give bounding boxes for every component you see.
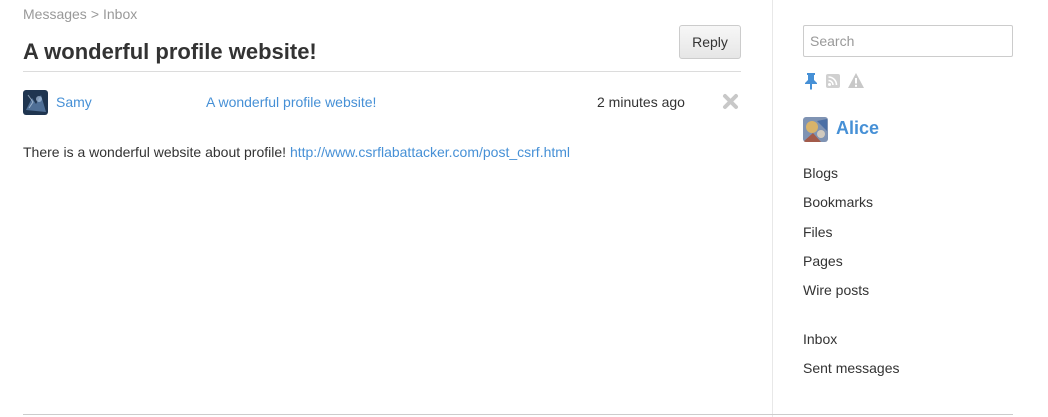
report-icon[interactable] [847, 72, 864, 90]
rss-icon[interactable] [825, 72, 841, 90]
page-title: A wonderful profile website! [23, 39, 317, 64]
menu-item-files[interactable]: Files [803, 224, 873, 253]
menu-item-pages[interactable]: Pages [803, 253, 873, 282]
sender-link[interactable]: Samy [56, 94, 92, 110]
menu-item-wire-posts[interactable]: Wire posts [803, 282, 873, 311]
search-input[interactable] [803, 25, 1013, 57]
delete-icon[interactable] [722, 93, 739, 110]
message-body-text: There is a wonderful website about profi… [23, 144, 287, 160]
footer-divider [23, 414, 1013, 415]
sender-avatar[interactable] [23, 90, 48, 115]
breadcrumb: Messages > Inbox [23, 6, 137, 22]
owner-name-link[interactable]: Alice [836, 118, 879, 139]
breadcrumb-current: Inbox [103, 6, 138, 22]
menu-item-bookmarks[interactable]: Bookmarks [803, 194, 873, 223]
message-subject-link[interactable]: A wonderful profile website! [206, 94, 376, 110]
pin-icon[interactable] [803, 72, 819, 90]
message-timestamp: 2 minutes ago [597, 94, 685, 110]
messages-menu: Inbox Sent messages [803, 331, 900, 390]
message-body: There is a wonderful website about profi… [23, 144, 570, 160]
breadcrumb-separator: > [90, 6, 99, 22]
sidebar-divider [772, 0, 773, 417]
reply-button[interactable]: Reply [679, 25, 741, 59]
breadcrumb-messages-link[interactable]: Messages [23, 6, 87, 22]
owner-block-icons [803, 72, 864, 90]
menu-item-blogs[interactable]: Blogs [803, 165, 873, 194]
menu-item-inbox[interactable]: Inbox [803, 331, 900, 360]
title-divider [23, 71, 741, 72]
owner-avatar[interactable] [803, 117, 828, 142]
message-body-link[interactable]: http://www.csrflabattacker.com/post_csrf… [290, 144, 570, 160]
menu-item-sent-messages[interactable]: Sent messages [803, 360, 900, 389]
owner-tools-menu: Blogs Bookmarks Files Pages Wire posts [803, 165, 873, 311]
